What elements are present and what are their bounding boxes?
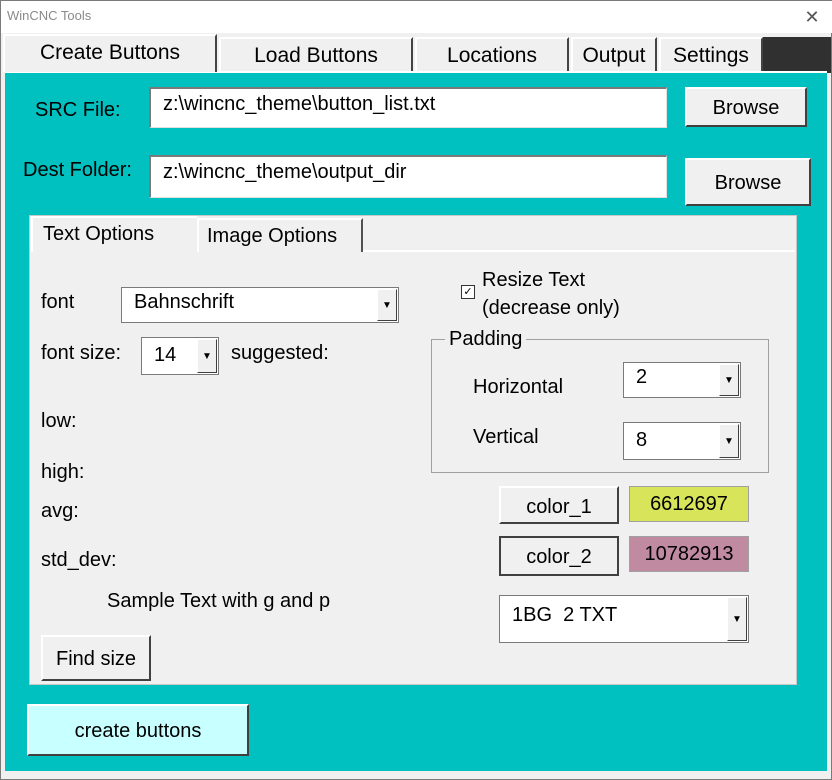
resize-text-label: Resize Text: [482, 269, 586, 291]
horizontal-padding-dropdown[interactable]: 2 ▼: [623, 362, 741, 398]
chevron-down-icon[interactable]: ▼: [727, 597, 747, 641]
suggested-label: suggested:: [231, 342, 329, 364]
resize-text-sublabel: (decrease only): [482, 297, 620, 319]
window-title: WinCNC Tools: [7, 8, 92, 23]
high-label: high:: [41, 461, 85, 483]
font-size-label: font size:: [41, 342, 122, 364]
dest-browse-button[interactable]: Browse: [685, 158, 811, 206]
vertical-label: Vertical: [473, 426, 539, 448]
avg-label: avg:: [41, 500, 79, 522]
padding-legend: Padding: [445, 328, 527, 351]
std-dev-label: std_dev:: [41, 549, 117, 571]
resize-text-checkbox[interactable]: ✓: [461, 285, 475, 299]
font-size-value: 14: [154, 344, 177, 366]
color-1-swatch: 6612697: [629, 486, 749, 522]
src-file-label: SRC File:: [35, 99, 121, 121]
create-buttons-button[interactable]: create buttons: [27, 704, 249, 756]
src-browse-button[interactable]: Browse: [685, 87, 807, 127]
horizontal-padding-value: 2: [636, 366, 648, 388]
chevron-down-icon[interactable]: ▼: [377, 289, 397, 321]
close-icon[interactable]: ✕: [797, 3, 827, 31]
vertical-padding-value: 8: [636, 429, 648, 451]
color-2-button[interactable]: color_2: [499, 536, 619, 576]
tab-load-buttons[interactable]: Load Buttons: [219, 37, 413, 71]
chevron-down-icon[interactable]: ▼: [719, 424, 739, 458]
color-mode-dropdown[interactable]: 1BG 2 TXT ▼: [499, 595, 749, 643]
src-file-input[interactable]: z:\wincnc_theme\button_list.txt: [149, 87, 667, 128]
tab-output[interactable]: Output: [571, 37, 657, 71]
tab-text-options[interactable]: Text Options: [31, 216, 197, 252]
vertical-padding-dropdown[interactable]: 8 ▼: [623, 422, 741, 460]
app-window: WinCNC Tools ✕ Create Buttons Load Butto…: [0, 0, 832, 780]
title-bar: WinCNC Tools ✕: [1, 1, 832, 33]
font-dropdown[interactable]: Bahnschrift ▼: [121, 287, 399, 323]
color-mode-value: 1BG 2 TXT: [512, 604, 618, 626]
font-size-dropdown[interactable]: 14 ▼: [141, 337, 219, 375]
dest-folder-input[interactable]: z:\wincnc_theme\output_dir: [149, 155, 667, 198]
find-size-button[interactable]: Find size: [41, 635, 151, 681]
dest-folder-label: Dest Folder:: [23, 159, 132, 181]
tab-strip-filler: [763, 37, 831, 73]
tab-image-options[interactable]: Image Options: [197, 218, 363, 252]
sample-text: Sample Text with g and p: [107, 590, 331, 612]
color-1-button[interactable]: color_1: [499, 486, 619, 524]
tab-settings[interactable]: Settings: [659, 37, 763, 71]
color-2-swatch: 10782913: [629, 536, 749, 572]
tab-locations[interactable]: Locations: [415, 37, 569, 71]
font-value: Bahnschrift: [134, 291, 235, 313]
horizontal-label: Horizontal: [473, 376, 564, 398]
tab-create-buttons[interactable]: Create Buttons: [3, 34, 217, 72]
inner-tab-divider: [363, 250, 795, 252]
low-label: low:: [41, 410, 77, 432]
chevron-down-icon[interactable]: ▼: [197, 339, 217, 373]
chevron-down-icon[interactable]: ▼: [719, 364, 739, 396]
font-label: font: [41, 291, 75, 313]
